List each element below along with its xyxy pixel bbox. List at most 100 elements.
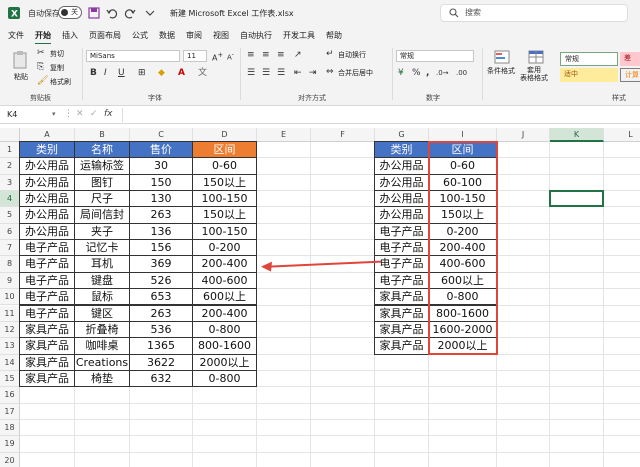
align-top-icon[interactable]: ≡	[247, 50, 255, 60]
ribbon-tab[interactable]: 开始	[35, 30, 51, 45]
table-cell[interactable]: 0-200	[192, 239, 257, 257]
row-header[interactable]: 12	[0, 321, 20, 339]
row-header[interactable]: 10	[0, 289, 20, 306]
table-cell[interactable]: 200-400	[192, 255, 257, 273]
row-header[interactable]: 1	[0, 142, 20, 159]
table-cell[interactable]: 526	[129, 271, 193, 290]
column-header[interactable]: A	[20, 128, 75, 142]
row-header[interactable]: 9	[0, 272, 20, 290]
table-cell[interactable]: 30	[129, 157, 193, 175]
fill-color-icon[interactable]: ◆	[158, 68, 165, 78]
row-header[interactable]: 11	[0, 305, 20, 322]
table-cell[interactable]: 办公用品	[374, 173, 429, 192]
row-header[interactable]: 2	[0, 158, 20, 175]
table-cell[interactable]: 局间信封	[74, 206, 130, 224]
currency-icon[interactable]: ¥	[398, 68, 404, 78]
row-header[interactable]: 19	[0, 436, 20, 453]
table-cell[interactable]: 家具产品	[19, 369, 75, 388]
align-left-icon[interactable]: ☰	[247, 68, 255, 78]
table-cell[interactable]: 263	[129, 304, 193, 322]
font-name-select[interactable]: MiSans	[86, 50, 180, 62]
align-bottom-icon[interactable]: ≡	[277, 50, 285, 60]
font-size-select[interactable]: 11	[183, 50, 207, 62]
align-center-icon[interactable]: ☰	[262, 68, 270, 78]
table-cell[interactable]: 150	[129, 173, 193, 192]
table-cell[interactable]: 800-1600	[192, 337, 257, 355]
worksheet-grid[interactable]: A B C D E F G I J K L 1 2 3 4 5 6 7 8 9 10 11 12 13 14 15 16 17 18 19…	[0, 124, 640, 467]
table-cell[interactable]: 536	[129, 320, 193, 339]
decrease-decimal-icon[interactable]: .00	[456, 68, 467, 78]
table-cell[interactable]: 电子产品	[374, 255, 429, 273]
row-header[interactable]: 17	[0, 403, 20, 420]
underline-button[interactable]: U	[118, 68, 125, 78]
table-cell[interactable]: 键区	[74, 304, 130, 322]
row-header[interactable]: 6	[0, 223, 20, 241]
ribbon-tab[interactable]: 页面布局	[89, 30, 121, 41]
format-table-button[interactable]: 套用 表格格式	[520, 66, 548, 82]
ribbon-tab[interactable]: 数据	[159, 30, 175, 41]
comma-button[interactable]: ,	[426, 68, 429, 78]
format-table-icon[interactable]	[528, 50, 544, 64]
cancel-icon[interactable]: ✕	[76, 109, 84, 119]
table-cell[interactable]: 150以上	[192, 173, 257, 192]
row-header[interactable]: 8	[0, 256, 20, 273]
table-cell[interactable]: Creations	[74, 353, 130, 371]
table-cell[interactable]: 家具产品	[374, 337, 429, 355]
table-cell[interactable]: 图钉	[74, 173, 130, 192]
row-header[interactable]: 16	[0, 387, 20, 404]
ribbon-tab[interactable]: 审阅	[186, 30, 202, 41]
redo-icon[interactable]	[124, 7, 136, 19]
table-cell[interactable]: 尺子	[74, 190, 130, 208]
table-cell[interactable]: 150以上	[192, 206, 257, 224]
table-cell[interactable]: 家具产品	[374, 320, 429, 339]
active-cell[interactable]	[549, 190, 604, 208]
table-cell[interactable]: 耳机	[74, 255, 130, 273]
column-header[interactable]: K	[550, 128, 604, 142]
table-cell[interactable]: 400-600	[192, 271, 257, 290]
column-header[interactable]: J	[497, 128, 550, 142]
table-cell[interactable]: 办公用品	[374, 157, 429, 175]
table-cell[interactable]: 电子产品	[374, 271, 429, 290]
table-cell[interactable]: 办公用品	[19, 222, 75, 241]
bold-button[interactable]: B	[90, 68, 97, 78]
table-cell[interactable]: 0-60	[192, 157, 257, 175]
save-icon[interactable]	[88, 7, 100, 19]
table-cell[interactable]: 办公用品	[19, 173, 75, 192]
conditional-format-button[interactable]: 条件格式	[487, 66, 515, 76]
merge-center-button[interactable]: 合并后居中	[338, 68, 373, 78]
orientation-icon[interactable]: ↗	[294, 50, 302, 60]
ribbon-tab[interactable]: 帮助	[326, 30, 342, 41]
row-header[interactable]: 13	[0, 338, 20, 355]
table-cell[interactable]: 折叠椅	[74, 320, 130, 339]
table-cell[interactable]: 办公用品	[374, 206, 429, 224]
confirm-icon[interactable]: ✓	[90, 109, 98, 119]
table-cell[interactable]: 夹子	[74, 222, 130, 241]
paste-icon[interactable]	[12, 50, 30, 70]
table-cell[interactable]: 电子产品	[19, 304, 75, 322]
table-cell[interactable]: 电子产品	[19, 239, 75, 257]
ribbon-tab[interactable]: 插入	[62, 30, 78, 41]
column-header[interactable]: D	[193, 128, 257, 142]
table-cell[interactable]: 家具产品	[19, 353, 75, 371]
table-cell[interactable]: 0-800	[192, 320, 257, 339]
table-cell[interactable]: 办公用品	[19, 157, 75, 175]
row-header[interactable]: 3	[0, 174, 20, 192]
align-middle-icon[interactable]: ≡	[262, 50, 270, 60]
select-all-corner[interactable]	[0, 128, 20, 142]
conditional-format-icon[interactable]	[494, 50, 510, 64]
ribbon-tab[interactable]: 自动执行	[240, 30, 272, 41]
table-cell[interactable]: 办公用品	[19, 190, 75, 208]
paste-button[interactable]: 粘贴	[14, 72, 28, 82]
copy-button[interactable]: 复制	[50, 63, 64, 73]
search-box[interactable]: 搜索	[440, 4, 628, 22]
style-bad[interactable]: 差	[620, 52, 640, 66]
style-calc[interactable]: 计算	[620, 68, 640, 82]
table-cell[interactable]: 100-150	[192, 222, 257, 241]
table-cell[interactable]: 3622	[129, 353, 193, 371]
insert-function-button[interactable]: fx	[104, 109, 113, 119]
font-color-icon[interactable]: A	[178, 68, 185, 78]
column-header[interactable]: G	[375, 128, 429, 142]
row-header[interactable]: 5	[0, 207, 20, 224]
number-format-select[interactable]: 常规	[396, 50, 474, 62]
table-cell[interactable]: 653	[129, 288, 193, 306]
